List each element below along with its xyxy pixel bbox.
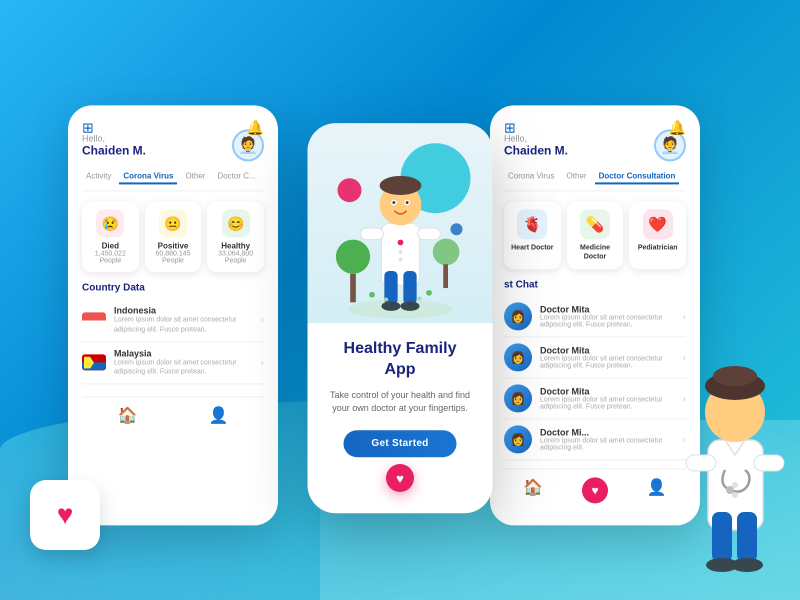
tab-other[interactable]: Other — [181, 169, 209, 184]
right-tabs: Corona Virus Other Doctor Consultation — [504, 169, 686, 191]
doctor-cards: 🫀 Heart Doctor 💊 Medicine Doctor ❤️ Pedi… — [504, 201, 686, 269]
indonesia-info: Indonesia Lorem ipsum dolor sit amet con… — [114, 305, 253, 335]
heart-fab-right[interactable]: ♥ — [582, 478, 608, 504]
right-tab-other[interactable]: Other — [563, 169, 591, 184]
country-malaysia: Malaysia Lorem ipsum dolor sit amet cons… — [82, 342, 264, 385]
malaysia-name: Malaysia — [114, 348, 253, 358]
screens-container: ⊞ 🔔 Hello, Chaiden M. 🧑‍💼 Activity Coron… — [50, 50, 750, 570]
died-label: Died — [88, 241, 133, 250]
pediatrician-name: Pediatrician — [633, 243, 682, 252]
died-icon: 😢 — [96, 209, 124, 237]
chat-name-3: Doctor Mita — [540, 387, 675, 397]
right-bottom-nav: 🏠 ♥ 👤 — [504, 469, 686, 504]
heart-doctor-name: Heart Doctor — [508, 243, 557, 252]
pediatrician-card: ❤️ Pediatrician — [629, 201, 686, 269]
home-nav-icon[interactable]: 🏠 — [118, 406, 138, 426]
healthy-label: Healthy — [213, 241, 258, 250]
stat-died: 😢 Died 1,450,022 People — [82, 201, 139, 272]
chat-arrow-1: › — [683, 311, 686, 322]
doctor-right-figure — [680, 340, 790, 580]
chat-info-2: Doctor Mita Lorem ipsum dolor sit amet c… — [540, 346, 675, 370]
chat-info-3: Doctor Mita Lorem ipsum dolor sit amet c… — [540, 387, 675, 411]
grid-icon: ⊞ — [82, 119, 94, 136]
chat-avatar-2: 👩 — [504, 344, 532, 372]
doctor-illustration — [330, 133, 470, 323]
chat-msg-3: Lorem ipsum dolor sit amet consectetur a… — [540, 397, 675, 411]
malaysia-info: Malaysia Lorem ipsum dolor sit amet cons… — [114, 348, 253, 378]
stat-cards: 😢 Died 1,450,022 People 😐 Positive 60,88… — [82, 201, 264, 272]
chat-item-2[interactable]: 👩 Doctor Mita Lorem ipsum dolor sit amet… — [504, 338, 686, 379]
heart-doctor-card: 🫀 Heart Doctor — [504, 201, 561, 269]
malaysia-desc: Lorem ipsum dolor sit amet consectetur a… — [114, 358, 253, 378]
left-username: Chaiden M. — [82, 143, 146, 157]
chat-info-4: Doctor Mi... Lorem ipsum dolor sit amet … — [540, 428, 675, 452]
medicine-doctor-card: 💊 Medicine Doctor — [567, 201, 624, 269]
chat-msg-1: Lorem ipsum dolor sit amet consectetur a… — [540, 315, 675, 329]
positive-label: Positive — [151, 241, 196, 250]
indonesia-flag — [82, 312, 106, 328]
center-phone-heading: Healthy Family App — [344, 339, 457, 381]
phone-left: ⊞ 🔔 Hello, Chaiden M. 🧑‍💼 Activity Coron… — [68, 105, 278, 525]
left-bottom-nav: 🏠 👤 — [82, 397, 264, 434]
chat-msg-4: Lorem ipsum dolor sit amet consectetur a… — [540, 438, 675, 452]
medicine-doctor-icon: 💊 — [580, 209, 610, 239]
chat-item-4[interactable]: 👩 Doctor Mi... Lorem ipsum dolor sit ame… — [504, 420, 686, 461]
indonesia-name: Indonesia — [114, 305, 253, 315]
chat-name-2: Doctor Mita — [540, 346, 675, 356]
medicine-doctor-name: Medicine Doctor — [571, 243, 620, 261]
pediatrician-icon: ❤️ — [643, 209, 673, 239]
right-person-icon[interactable]: 👤 — [647, 478, 667, 504]
tab-doctor[interactable]: Doctor C... — [213, 169, 259, 184]
stat-healthy: 😊 Healthy 33,064,800 People — [207, 201, 264, 272]
country-section-title: Country Data — [82, 282, 264, 293]
person-nav-icon[interactable]: 👤 — [209, 406, 229, 426]
stat-positive: 😐 Positive 60,880,145 People — [145, 201, 202, 272]
tab-activity[interactable]: Activity — [82, 169, 115, 184]
center-phone-illustration — [308, 123, 493, 323]
center-phone-tagline: Take control of your health and find you… — [326, 389, 475, 416]
chat-msg-2: Lorem ipsum dolor sit amet consectetur a… — [540, 356, 675, 370]
indonesia-arrow: › — [261, 315, 264, 326]
right-username: Chaiden M. — [504, 143, 568, 157]
right-tab-corona[interactable]: Corona Virus — [504, 169, 559, 184]
fav-heart-icon: ♥ — [57, 499, 74, 531]
indonesia-desc: Lorem ipsum dolor sit amet consectetur a… — [114, 315, 253, 335]
get-started-button[interactable]: Get Started — [343, 430, 456, 457]
left-tabs: Activity Corona Virus Other Doctor C... — [82, 169, 264, 191]
chat-name-1: Doctor Mita — [540, 305, 675, 315]
right-grid-icon: ⊞ — [504, 119, 516, 136]
heart-fab-center[interactable]: ♥ — [386, 464, 414, 492]
chat-info-1: Doctor Mita Lorem ipsum dolor sit amet c… — [540, 305, 675, 329]
right-tab-doctor[interactable]: Doctor Consultation — [595, 169, 680, 184]
chat-item-3[interactable]: 👩 Doctor Mita Lorem ipsum dolor sit amet… — [504, 379, 686, 420]
right-home-icon[interactable]: 🏠 — [523, 478, 543, 504]
malaysia-arrow: › — [261, 357, 264, 368]
chat-name-4: Doctor Mi... — [540, 428, 675, 438]
chat-avatar-1: 👩 — [504, 303, 532, 331]
bell-icon: 🔔 — [247, 119, 264, 136]
chat-item-1[interactable]: 👩 Doctor Mita Lorem ipsum dolor sit amet… — [504, 297, 686, 338]
country-indonesia: Indonesia Lorem ipsum dolor sit amet con… — [82, 299, 264, 342]
chat-avatar-3: 👩 — [504, 385, 532, 413]
healthy-count: 33,064,800 People — [213, 250, 258, 264]
right-bell-icon: 🔔 — [669, 119, 686, 136]
phone-center: Healthy Family App Take control of your … — [308, 123, 493, 513]
healthy-icon: 😊 — [222, 209, 250, 237]
chat-avatar-4: 👩 — [504, 426, 532, 454]
malaysia-flag — [82, 355, 106, 371]
fav-card: ♥ — [30, 480, 100, 550]
positive-icon: 😐 — [159, 209, 187, 237]
phone-right: ⊞ 🔔 Hello, Chaiden M. 🧑‍💼 Corona Virus O… — [490, 105, 700, 525]
tab-corona[interactable]: Corona Virus — [119, 169, 177, 184]
died-count: 1,450,022 People — [88, 250, 133, 264]
positive-count: 60,880,145 People — [151, 250, 196, 264]
chat-section-title: st Chat — [504, 280, 686, 291]
heart-doctor-icon: 🫀 — [517, 209, 547, 239]
